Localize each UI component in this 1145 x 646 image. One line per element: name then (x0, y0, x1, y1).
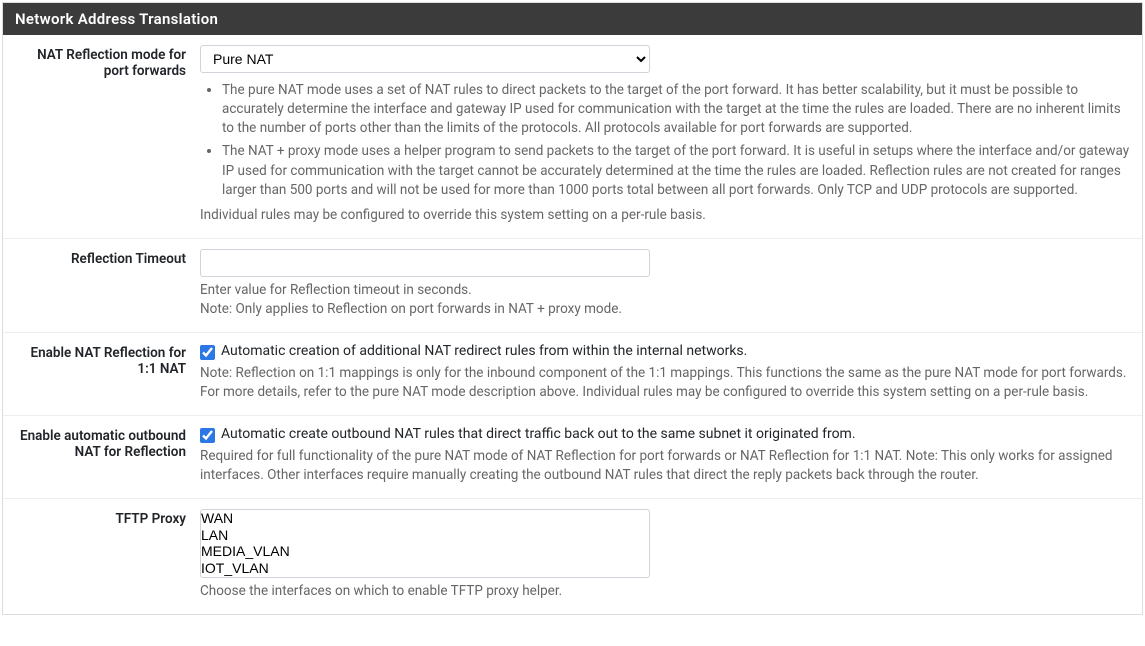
label-enable-11-nat: Enable NAT Reflection for 1:1 NAT (15, 343, 200, 403)
help-bullet-pure-nat: The pure NAT mode uses a set of NAT rule… (222, 81, 1130, 138)
select-nat-reflection-mode[interactable]: Pure NAT (200, 45, 650, 73)
checkbox-row-enable-outbound[interactable]: Automatic create outbound NAT rules that… (200, 426, 1130, 443)
help-list-nat-reflection: The pure NAT mode uses a set of NAT rule… (222, 81, 1130, 200)
listbox-tftp-proxy[interactable]: WAN LAN MEDIA_VLAN IOT_VLAN (200, 509, 650, 578)
control-tftp-proxy: WAN LAN MEDIA_VLAN IOT_VLAN Choose the i… (200, 509, 1130, 602)
help-bullet-nat-proxy: The NAT + proxy mode uses a helper progr… (222, 142, 1130, 199)
help-enable-11-nat: Note: Reflection on 1:1 mappings is only… (200, 364, 1130, 403)
control-enable-11-nat: Automatic creation of additional NAT red… (200, 343, 1130, 403)
checkbox-label-enable-outbound: Automatic create outbound NAT rules that… (221, 426, 856, 442)
label-nat-reflection-mode: NAT Reflection mode for port forwards (15, 45, 200, 226)
option-tftp-lan[interactable]: LAN (201, 527, 649, 544)
label-reflection-timeout: Reflection Timeout (15, 249, 200, 320)
panel-title: Network Address Translation (3, 3, 1142, 35)
help-reflection-timeout-2: Note: Only applies to Reflection on port… (200, 300, 1130, 320)
control-enable-outbound: Automatic create outbound NAT rules that… (200, 426, 1130, 486)
row-reflection-timeout: Reflection Timeout Enter value for Refle… (3, 239, 1142, 333)
option-tftp-iot-vlan[interactable]: IOT_VLAN (201, 560, 649, 577)
label-enable-outbound: Enable automatic outbound NAT for Reflec… (15, 426, 200, 486)
checkbox-enable-outbound[interactable] (200, 428, 215, 443)
row-tftp-proxy: TFTP Proxy WAN LAN MEDIA_VLAN IOT_VLAN C… (3, 499, 1142, 614)
help-enable-outbound: Required for full functionality of the p… (200, 447, 1130, 486)
help-reflection-timeout-1: Enter value for Reflection timeout in se… (200, 281, 1130, 301)
help-tftp-proxy: Choose the interfaces on which to enable… (200, 582, 1130, 602)
option-tftp-media-vlan[interactable]: MEDIA_VLAN (201, 543, 649, 560)
row-enable-11-nat: Enable NAT Reflection for 1:1 NAT Automa… (3, 333, 1142, 416)
help-note-override: Individual rules may be configured to ov… (200, 206, 1130, 226)
checkbox-row-enable-11-nat[interactable]: Automatic creation of additional NAT red… (200, 343, 1130, 360)
option-tftp-wan[interactable]: WAN (201, 510, 649, 527)
checkbox-label-enable-11-nat: Automatic creation of additional NAT red… (221, 343, 747, 359)
control-reflection-timeout: Enter value for Reflection timeout in se… (200, 249, 1130, 320)
row-enable-outbound: Enable automatic outbound NAT for Reflec… (3, 416, 1142, 499)
label-tftp-proxy: TFTP Proxy (15, 509, 200, 602)
control-nat-reflection-mode: Pure NAT The pure NAT mode uses a set of… (200, 45, 1130, 226)
checkbox-enable-11-nat[interactable] (200, 345, 215, 360)
row-nat-reflection-mode: NAT Reflection mode for port forwards Pu… (3, 35, 1142, 239)
nat-panel: Network Address Translation NAT Reflecti… (2, 2, 1143, 615)
input-reflection-timeout[interactable] (200, 249, 650, 277)
